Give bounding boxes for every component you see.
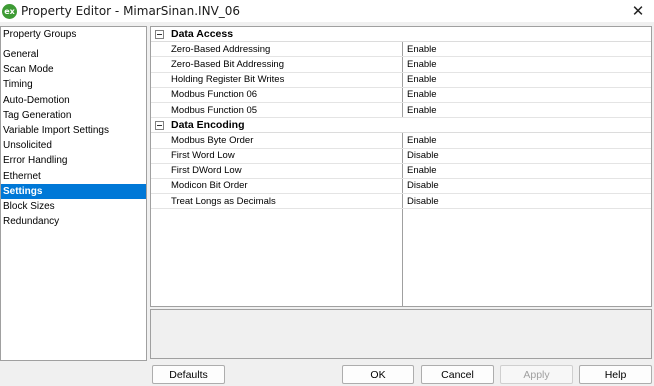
group-item-auto-demotion[interactable]: Auto-Demotion	[1, 93, 146, 108]
property-name: Modicon Bit Order	[171, 180, 248, 192]
group-item-variable-import-settings[interactable]: Variable Import Settings	[1, 123, 146, 138]
group-item-redundancy[interactable]: Redundancy	[1, 214, 146, 229]
category-label: Data Encoding	[171, 119, 245, 132]
collapse-icon[interactable]	[155, 29, 164, 39]
group-item-scan-mode[interactable]: Scan Mode	[1, 62, 146, 77]
property-groups-header: Property Groups	[3, 29, 77, 40]
property-value[interactable]: Enable	[403, 165, 437, 176]
property-row[interactable]: First DWord Low Enable	[151, 164, 651, 179]
property-description-panel	[150, 309, 652, 359]
property-row[interactable]: Zero-Based Bit Addressing Enable	[151, 57, 651, 73]
group-item-tag-generation[interactable]: Tag Generation	[1, 108, 146, 123]
property-name: Treat Longs as Decimals	[171, 195, 276, 207]
group-item-error-handling[interactable]: Error Handling	[1, 153, 146, 168]
property-row[interactable]: Modbus Byte Order Enable	[151, 133, 651, 149]
app-logo-icon: ex	[2, 3, 17, 19]
collapse-icon[interactable]	[155, 120, 164, 130]
property-row[interactable]: Modbus Function 06 Enable	[151, 88, 651, 103]
property-value[interactable]: Enable	[403, 74, 437, 85]
apply-button[interactable]: Apply	[500, 365, 573, 384]
property-row[interactable]: Treat Longs as Decimals Disable	[151, 194, 651, 210]
property-value[interactable]: Enable	[403, 135, 437, 146]
property-value[interactable]: Enable	[403, 89, 437, 100]
help-button[interactable]: Help	[579, 365, 652, 384]
ok-button[interactable]: OK	[342, 365, 414, 384]
property-row[interactable]: Holding Register Bit Writes Enable	[151, 73, 651, 88]
property-value[interactable]: Disable	[403, 196, 439, 207]
property-value[interactable]: Enable	[403, 44, 437, 55]
property-value[interactable]: Enable	[403, 105, 437, 116]
close-icon[interactable]: ✕	[626, 0, 650, 22]
property-name: Modbus Function 05	[171, 104, 258, 116]
category-data-access[interactable]: Data Access	[151, 27, 651, 43]
category-data-encoding[interactable]: Data Encoding	[151, 118, 651, 134]
group-item-block-sizes[interactable]: Block Sizes	[1, 199, 146, 214]
property-groups-list: General Scan Mode Timing Auto-Demotion T…	[1, 47, 146, 229]
property-name: Holding Register Bit Writes	[171, 74, 285, 86]
property-value[interactable]: Enable	[403, 59, 437, 70]
group-item-unsolicited[interactable]: Unsolicited	[1, 138, 146, 153]
cancel-button[interactable]: Cancel	[421, 365, 494, 384]
group-item-settings[interactable]: Settings	[1, 183, 146, 199]
title-bar: ex Property Editor - MimarSinan.INV_06 ✕	[0, 0, 654, 22]
property-name: Zero-Based Bit Addressing	[171, 58, 285, 70]
window-title: Property Editor - MimarSinan.INV_06	[21, 4, 241, 18]
property-value[interactable]: Disable	[403, 180, 439, 191]
group-item-timing[interactable]: Timing	[1, 77, 146, 92]
property-row[interactable]: First Word Low Disable	[151, 149, 651, 164]
property-name: First Word Low	[171, 150, 235, 162]
property-name: Modbus Byte Order	[171, 134, 254, 146]
defaults-button[interactable]: Defaults	[152, 365, 225, 384]
property-name: Modbus Function 06	[171, 89, 258, 101]
property-value[interactable]: Disable	[403, 150, 439, 161]
category-label: Data Access	[171, 28, 234, 41]
property-name: First DWord Low	[171, 165, 242, 177]
property-name: Zero-Based Addressing	[171, 43, 271, 55]
property-row[interactable]: Zero-Based Addressing Enable	[151, 42, 651, 58]
group-item-general[interactable]: General	[1, 47, 146, 62]
property-row[interactable]: Modbus Function 05 Enable	[151, 103, 651, 119]
property-row[interactable]: Modicon Bit Order Disable	[151, 179, 651, 195]
property-groups-panel: Property Groups General Scan Mode Timing…	[0, 26, 147, 361]
group-item-ethernet[interactable]: Ethernet	[1, 169, 146, 184]
property-grid: Data Access Zero-Based Addressing Enable…	[150, 26, 652, 307]
